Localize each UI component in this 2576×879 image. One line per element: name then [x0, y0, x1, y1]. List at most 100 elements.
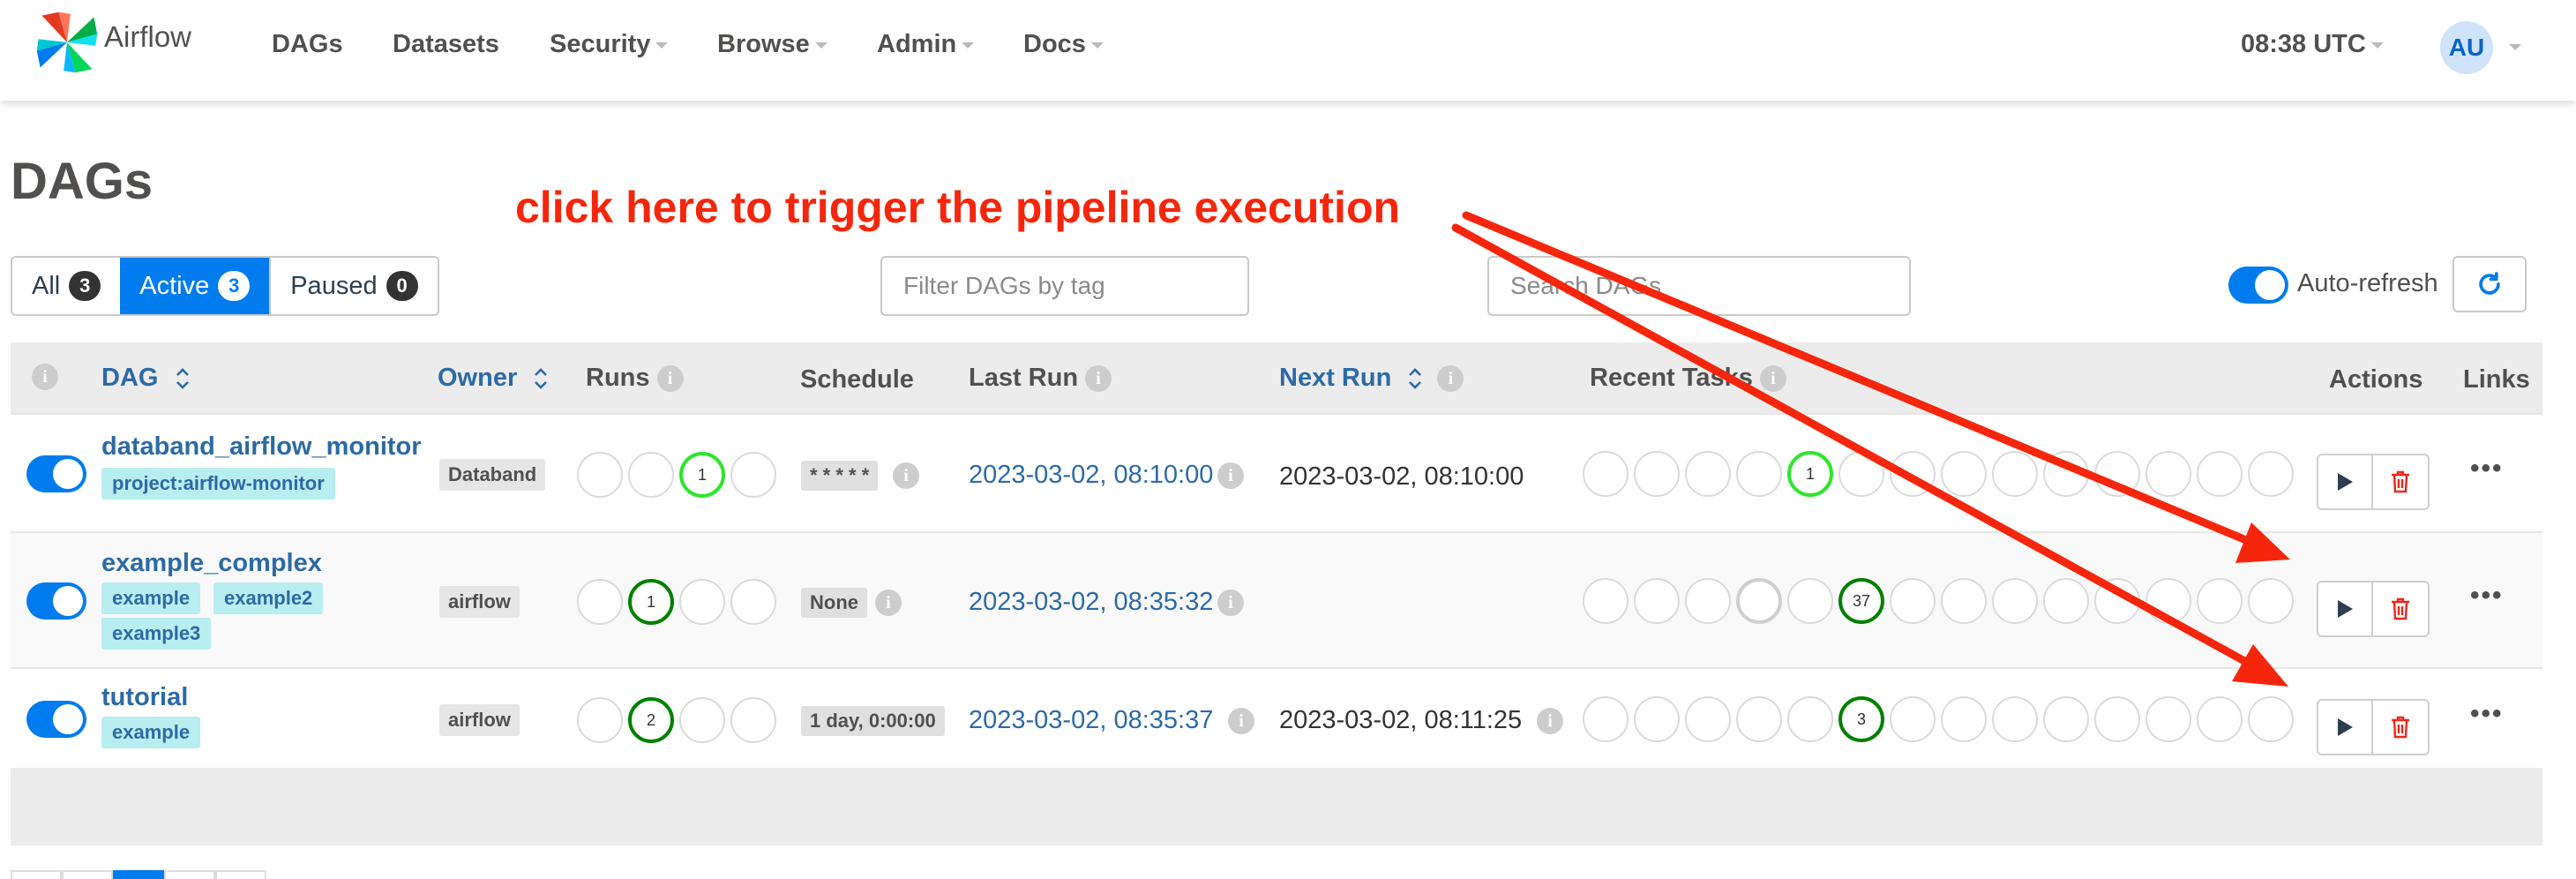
page-button-current[interactable]	[113, 870, 164, 879]
task-state-circle[interactable]	[1992, 451, 2038, 497]
task-state-circle[interactable]	[1685, 451, 1731, 497]
info-icon[interactable]: i	[1228, 708, 1254, 734]
task-state-circle[interactable]	[2197, 451, 2243, 497]
dag-tag[interactable]: project:airflow-monitor	[101, 468, 335, 500]
refresh-button[interactable]	[2452, 256, 2527, 312]
task-state-circle[interactable]	[2197, 578, 2243, 624]
task-state-circle[interactable]	[1890, 696, 1936, 742]
task-state-circle[interactable]	[1941, 451, 1987, 497]
schedule-badge[interactable]: None	[801, 588, 867, 618]
info-icon[interactable]: i	[893, 462, 919, 489]
page-button[interactable]	[164, 870, 215, 879]
run-state-circle[interactable]	[577, 579, 623, 625]
header-next-run[interactable]: Next Run i	[1279, 364, 1464, 393]
dag-name-link[interactable]: tutorial	[101, 683, 188, 712]
last-run-link[interactable]: 2023-03-02, 08:10:00	[969, 461, 1213, 490]
task-state-circle[interactable]	[1583, 696, 1629, 742]
dag-name-link[interactable]: example_complex	[101, 549, 322, 578]
info-icon[interactable]: i	[1085, 365, 1112, 393]
last-run-link[interactable]: 2023-03-02, 08:35:37	[969, 706, 1213, 735]
schedule-badge[interactable]: 1 day, 0:00:00	[801, 706, 945, 736]
nav-browse[interactable]: Browse	[717, 30, 827, 59]
task-state-circle[interactable]: 3	[1838, 696, 1884, 742]
page-button[interactable]	[215, 870, 266, 879]
trigger-dag-button[interactable]	[2317, 581, 2373, 637]
nav-admin[interactable]: Admin	[877, 30, 975, 59]
nav-docs[interactable]: Docs	[1023, 30, 1104, 59]
task-state-circle[interactable]	[1787, 696, 1833, 742]
task-state-circle[interactable]	[1583, 451, 1629, 497]
run-state-circle[interactable]	[577, 697, 623, 743]
task-state-circle[interactable]	[2043, 578, 2089, 624]
task-state-circle[interactable]: 37	[1838, 578, 1884, 624]
task-state-circle[interactable]	[1736, 451, 1782, 497]
delete-dag-button[interactable]	[2373, 581, 2430, 637]
task-state-circle[interactable]	[2043, 451, 2089, 497]
info-icon[interactable]: i	[1437, 365, 1464, 393]
auto-refresh-toggle[interactable]	[2228, 267, 2288, 304]
schedule-badge[interactable]: * * * * *	[801, 461, 879, 491]
task-state-circle[interactable]	[2145, 578, 2191, 624]
task-state-circle[interactable]	[1941, 578, 1987, 624]
owner-badge[interactable]: airflow	[439, 586, 520, 618]
task-state-circle[interactable]	[2043, 696, 2089, 742]
task-state-circle[interactable]	[1941, 696, 1987, 742]
trigger-dag-button[interactable]	[2317, 454, 2373, 510]
info-icon[interactable]: i	[1217, 462, 1244, 489]
info-icon[interactable]: i	[32, 364, 58, 390]
delete-dag-button[interactable]	[2373, 454, 2430, 510]
dag-tag[interactable]: example	[101, 717, 201, 748]
task-state-circle[interactable]	[2094, 578, 2140, 624]
task-state-circle[interactable]	[2145, 451, 2191, 497]
task-state-circle[interactable]	[2145, 696, 2191, 742]
task-state-circle[interactable]: 1	[1787, 451, 1833, 497]
page-button[interactable]	[62, 870, 113, 879]
last-run-link[interactable]: 2023-03-02, 08:35:32	[969, 588, 1213, 617]
dag-pause-toggle[interactable]	[26, 701, 86, 738]
task-state-circle[interactable]	[1992, 696, 2038, 742]
dag-pause-toggle[interactable]	[26, 582, 86, 620]
owner-badge[interactable]: Databand	[439, 459, 546, 491]
task-state-circle[interactable]	[1634, 451, 1680, 497]
user-avatar[interactable]: AU	[2440, 21, 2493, 74]
task-state-circle[interactable]	[1634, 578, 1680, 624]
info-icon[interactable]: i	[875, 590, 902, 616]
info-icon[interactable]: i	[1537, 708, 1563, 734]
delete-dag-button[interactable]	[2373, 699, 2430, 755]
info-icon[interactable]: i	[1759, 365, 1786, 393]
task-state-circle[interactable]	[1634, 696, 1680, 742]
info-icon[interactable]: i	[1217, 590, 1244, 616]
task-state-circle[interactable]	[1736, 578, 1782, 624]
task-state-circle[interactable]	[2094, 451, 2140, 497]
task-state-circle[interactable]	[1787, 578, 1833, 624]
task-state-circle[interactable]	[2197, 696, 2243, 742]
ellipsis-icon[interactable]: •••	[2470, 454, 2504, 484]
run-state-circle[interactable]	[577, 452, 623, 498]
utc-time-selector[interactable]: 08:38 UTC	[2241, 30, 2384, 59]
run-state-circle[interactable]	[730, 452, 776, 498]
dag-pause-toggle[interactable]	[26, 455, 86, 492]
task-state-circle[interactable]	[2248, 578, 2294, 624]
task-state-circle[interactable]	[2248, 451, 2294, 497]
task-state-circle[interactable]	[1736, 696, 1782, 742]
search-dags-input[interactable]	[1487, 256, 1911, 316]
task-state-circle[interactable]	[2248, 696, 2294, 742]
nav-datasets[interactable]: Datasets	[393, 30, 499, 59]
run-state-circle[interactable]	[730, 579, 776, 625]
owner-badge[interactable]: airflow	[439, 704, 520, 736]
nav-dags[interactable]: DAGs	[272, 30, 343, 59]
run-state-circle[interactable]: 1	[628, 579, 674, 625]
run-state-circle[interactable]	[730, 697, 776, 743]
header-owner[interactable]: Owner	[438, 364, 549, 393]
task-state-circle[interactable]	[1583, 578, 1629, 624]
run-state-circle[interactable]: 1	[679, 452, 725, 498]
page-button[interactable]	[11, 870, 62, 879]
task-state-circle[interactable]	[1685, 578, 1731, 624]
task-state-circle[interactable]	[1992, 578, 2038, 624]
task-state-circle[interactable]	[1838, 451, 1884, 497]
trigger-dag-button[interactable]	[2317, 699, 2373, 755]
run-state-circle[interactable]: 2	[628, 697, 674, 743]
task-state-circle[interactable]	[1685, 696, 1731, 742]
header-dag[interactable]: DAG	[101, 364, 191, 393]
tag-filter-input[interactable]	[880, 256, 1249, 316]
